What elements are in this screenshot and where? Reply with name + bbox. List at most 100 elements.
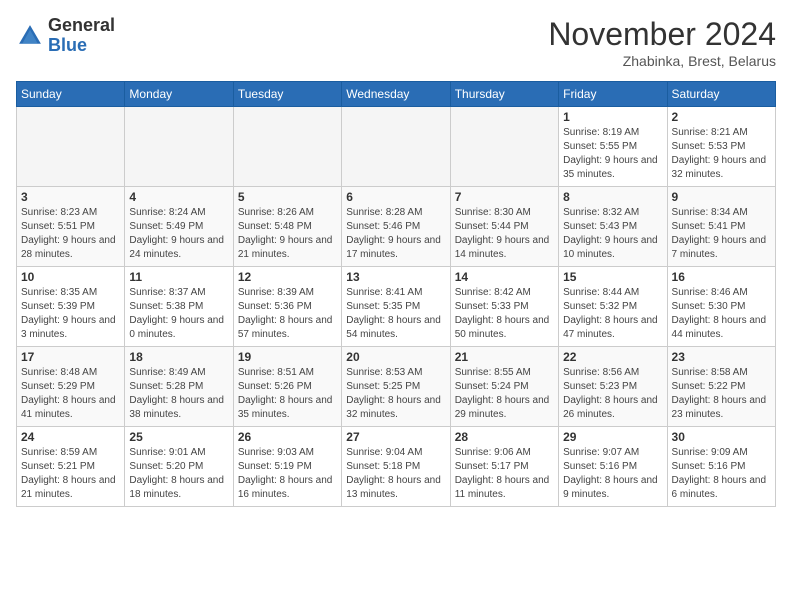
day-info: Sunrise: 8:39 AMSunset: 5:36 PMDaylight:… <box>238 286 337 342</box>
day-info: Sunrise: 9:03 AMSunset: 5:19 PMDaylight:… <box>238 446 337 502</box>
day-info: Sunrise: 8:55 AMSunset: 5:24 PMDaylight:… <box>455 366 554 422</box>
location-subtitle: Zhabinka, Brest, Belarus <box>548 53 776 69</box>
day-number: 16 <box>672 270 771 284</box>
table-row: 9 Sunrise: 8:34 AMSunset: 5:41 PMDaylight… <box>667 187 775 267</box>
table-row: 25Sunrise: 9:01 AMSunset: 5:20 PMDayligh… <box>125 427 233 507</box>
table-row: 14 Sunrise: 8:42 AMSunset: 5:33 PMDayligh… <box>450 267 558 347</box>
table-row: 23 Sunrise: 8:58 AMSunset: 5:22 PMDayligh… <box>667 347 775 427</box>
calendar-week-row: 10 Sunrise: 8:35 AMSunset: 5:39 PMDayligh… <box>17 267 776 347</box>
day-info: Sunrise: 8:49 AMSunset: 5:28 PMDaylight:… <box>129 366 228 422</box>
day-info: Sunrise: 8:30 AMSunset: 5:44 PMDaylight:… <box>455 206 554 262</box>
col-friday: Friday <box>559 82 667 107</box>
logo-text: General Blue <box>48 16 115 56</box>
table-row: 30Sunrise: 9:09 AMSunset: 5:16 PMDayligh… <box>667 427 775 507</box>
col-tuesday: Tuesday <box>233 82 341 107</box>
table-row <box>342 107 450 187</box>
calendar-week-row: 1Sunrise: 8:19 AMSunset: 5:55 PMDaylight… <box>17 107 776 187</box>
day-number: 14 <box>455 270 554 284</box>
day-number: 23 <box>672 350 771 364</box>
header: General Blue November 2024 Zhabinka, Bre… <box>16 16 776 69</box>
table-row <box>125 107 233 187</box>
day-number: 6 <box>346 190 445 204</box>
day-info: Sunrise: 8:44 AMSunset: 5:32 PMDaylight:… <box>563 286 662 342</box>
day-info: Sunrise: 8:59 AMSunset: 5:21 PMDaylight:… <box>21 446 120 502</box>
table-row: 27Sunrise: 9:04 AMSunset: 5:18 PMDayligh… <box>342 427 450 507</box>
day-info: Sunrise: 8:48 AMSunset: 5:29 PMDaylight:… <box>21 366 120 422</box>
day-number: 24 <box>21 430 120 444</box>
day-number: 27 <box>346 430 445 444</box>
table-row: 18 Sunrise: 8:49 AMSunset: 5:28 PMDayligh… <box>125 347 233 427</box>
table-row: 22Sunrise: 8:56 AMSunset: 5:23 PMDayligh… <box>559 347 667 427</box>
logo-blue: Blue <box>48 35 87 55</box>
title-block: November 2024 Zhabinka, Brest, Belarus <box>548 16 776 69</box>
table-row: 17 Sunrise: 8:48 AMSunset: 5:29 PMDayligh… <box>17 347 125 427</box>
day-info: Sunrise: 8:28 AMSunset: 5:46 PMDaylight:… <box>346 206 445 262</box>
day-number: 25 <box>129 430 228 444</box>
day-info: Sunrise: 8:53 AMSunset: 5:25 PMDaylight:… <box>346 366 445 422</box>
day-info: Sunrise: 8:21 AMSunset: 5:53 PMDaylight:… <box>672 126 771 182</box>
table-row: 19Sunrise: 8:51 AMSunset: 5:26 PMDayligh… <box>233 347 341 427</box>
logo-icon <box>16 22 44 50</box>
table-row: 16 Sunrise: 8:46 AMSunset: 5:30 PMDayligh… <box>667 267 775 347</box>
day-info: Sunrise: 8:19 AMSunset: 5:55 PMDaylight:… <box>563 126 662 182</box>
day-number: 17 <box>21 350 120 364</box>
day-number: 9 <box>672 190 771 204</box>
day-number: 7 <box>455 190 554 204</box>
day-number: 18 <box>129 350 228 364</box>
day-number: 19 <box>238 350 337 364</box>
table-row <box>233 107 341 187</box>
day-number: 13 <box>346 270 445 284</box>
day-info: Sunrise: 9:09 AMSunset: 5:16 PMDaylight:… <box>672 446 771 502</box>
table-row: 13Sunrise: 8:41 AMSunset: 5:35 PMDayligh… <box>342 267 450 347</box>
day-number: 10 <box>21 270 120 284</box>
table-row: 24 Sunrise: 8:59 AMSunset: 5:21 PMDayligh… <box>17 427 125 507</box>
day-number: 8 <box>563 190 662 204</box>
day-number: 15 <box>563 270 662 284</box>
day-info: Sunrise: 9:06 AMSunset: 5:17 PMDaylight:… <box>455 446 554 502</box>
table-row: 1Sunrise: 8:19 AMSunset: 5:55 PMDaylight… <box>559 107 667 187</box>
table-row: 5Sunrise: 8:26 AMSunset: 5:48 PMDaylight… <box>233 187 341 267</box>
table-row: 21 Sunrise: 8:55 AMSunset: 5:24 PMDayligh… <box>450 347 558 427</box>
calendar-week-row: 17 Sunrise: 8:48 AMSunset: 5:29 PMDayligh… <box>17 347 776 427</box>
calendar-week-row: 3Sunrise: 8:23 AMSunset: 5:51 PMDaylight… <box>17 187 776 267</box>
day-info: Sunrise: 8:35 AMSunset: 5:39 PMDaylight:… <box>21 286 120 342</box>
day-info: Sunrise: 8:26 AMSunset: 5:48 PMDaylight:… <box>238 206 337 262</box>
day-info: Sunrise: 8:32 AMSunset: 5:43 PMDaylight:… <box>563 206 662 262</box>
day-number: 4 <box>129 190 228 204</box>
month-title: November 2024 <box>548 16 776 53</box>
day-info: Sunrise: 8:46 AMSunset: 5:30 PMDaylight:… <box>672 286 771 342</box>
col-thursday: Thursday <box>450 82 558 107</box>
table-row <box>17 107 125 187</box>
day-number: 12 <box>238 270 337 284</box>
table-row: 3Sunrise: 8:23 AMSunset: 5:51 PMDaylight… <box>17 187 125 267</box>
table-row: 7 Sunrise: 8:30 AMSunset: 5:44 PMDaylight… <box>450 187 558 267</box>
calendar-header-row: Sunday Monday Tuesday Wednesday Thursday… <box>17 82 776 107</box>
logo: General Blue <box>16 16 115 56</box>
col-wednesday: Wednesday <box>342 82 450 107</box>
table-row: 28 Sunrise: 9:06 AMSunset: 5:17 PMDayligh… <box>450 427 558 507</box>
table-row: 6 Sunrise: 8:28 AMSunset: 5:46 PMDaylight… <box>342 187 450 267</box>
day-number: 21 <box>455 350 554 364</box>
col-saturday: Saturday <box>667 82 775 107</box>
col-monday: Monday <box>125 82 233 107</box>
day-number: 3 <box>21 190 120 204</box>
table-row: 20Sunrise: 8:53 AMSunset: 5:25 PMDayligh… <box>342 347 450 427</box>
day-info: Sunrise: 8:34 AMSunset: 5:41 PMDaylight:… <box>672 206 771 262</box>
table-row: 10 Sunrise: 8:35 AMSunset: 5:39 PMDayligh… <box>17 267 125 347</box>
day-number: 28 <box>455 430 554 444</box>
table-row: 26 Sunrise: 9:03 AMSunset: 5:19 PMDayligh… <box>233 427 341 507</box>
day-number: 11 <box>129 270 228 284</box>
table-row: 2Sunrise: 8:21 AMSunset: 5:53 PMDaylight… <box>667 107 775 187</box>
calendar-table: Sunday Monday Tuesday Wednesday Thursday… <box>16 81 776 507</box>
day-info: Sunrise: 8:56 AMSunset: 5:23 PMDaylight:… <box>563 366 662 422</box>
day-info: Sunrise: 8:42 AMSunset: 5:33 PMDaylight:… <box>455 286 554 342</box>
col-sunday: Sunday <box>17 82 125 107</box>
day-info: Sunrise: 8:24 AMSunset: 5:49 PMDaylight:… <box>129 206 228 262</box>
day-number: 26 <box>238 430 337 444</box>
table-row: 29Sunrise: 9:07 AMSunset: 5:16 PMDayligh… <box>559 427 667 507</box>
table-row <box>450 107 558 187</box>
table-row: 4 Sunrise: 8:24 AMSunset: 5:49 PMDaylight… <box>125 187 233 267</box>
day-info: Sunrise: 8:58 AMSunset: 5:22 PMDaylight:… <box>672 366 771 422</box>
page-container: General Blue November 2024 Zhabinka, Bre… <box>0 0 792 515</box>
day-number: 29 <box>563 430 662 444</box>
